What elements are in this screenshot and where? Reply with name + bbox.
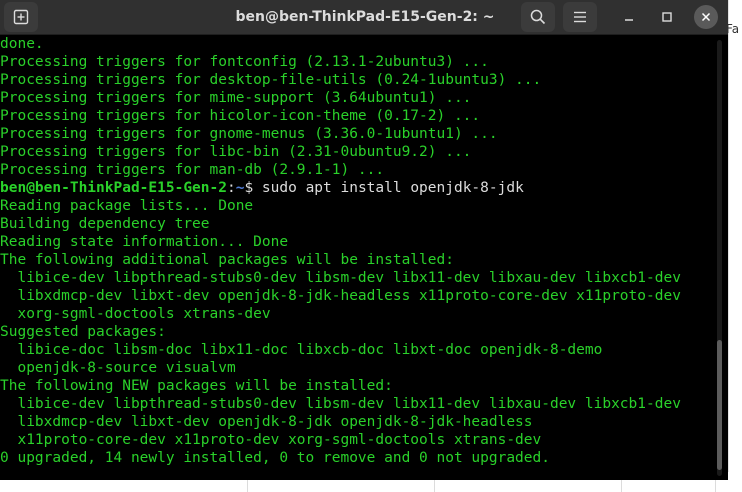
output-line: Processing triggers for hicolor-icon-the… — [0, 108, 481, 124]
close-icon — [701, 12, 711, 22]
output-line: x11proto-core-dev x11proto-dev xorg-sgml… — [0, 432, 542, 448]
close-button[interactable] — [694, 5, 718, 29]
output-line: 0 upgraded, 14 newly installed, 0 to rem… — [0, 450, 550, 466]
search-icon — [530, 9, 546, 25]
output-line: The following additional packages will b… — [0, 252, 454, 268]
maximize-button[interactable] — [655, 5, 679, 29]
minimize-button[interactable] — [617, 5, 641, 29]
terminal-window[interactable]: ben@ben-ThinkPad-E15-Gen-2: ~ done. Proc… — [0, 0, 728, 480]
output-line: libice-doc libsm-doc libx11-doc libxcb-d… — [0, 342, 603, 358]
search-button[interactable] — [521, 2, 555, 32]
output-line: Processing triggers for libc-bin (2.31-0… — [0, 144, 472, 160]
command-prompt-line: ben@ben-ThinkPad-E15-Gen-2:~$ sudo apt i… — [0, 179, 524, 197]
prompt-sign: $ — [244, 180, 254, 196]
prompt-separator: : — [226, 180, 236, 196]
output-line: libxdmcp-dev libxt-dev openjdk-8-jdk-hea… — [0, 288, 681, 304]
output-line: Reading package lists... Done — [0, 198, 254, 214]
prompt-command: sudo apt install openjdk-8-jdk — [253, 180, 524, 196]
hamburger-menu-icon — [574, 11, 586, 23]
output-line: done. — [0, 36, 44, 52]
scrollbar[interactable] — [717, 40, 722, 476]
maximize-icon — [662, 12, 672, 22]
new-tab-button[interactable] — [4, 2, 38, 32]
output-line: Processing triggers for mime-support (3.… — [0, 90, 472, 106]
output-line: Reading state information... Done — [0, 234, 289, 250]
output-line: xorg-sgml-doctools xtrans-dev — [0, 306, 271, 322]
new-tab-icon — [13, 9, 29, 25]
output-line: Processing triggers for desktop-file-uti… — [0, 72, 542, 88]
output-line: Processing triggers for man-db (2.9.1-1)… — [0, 162, 385, 178]
menu-button[interactable] — [563, 2, 597, 32]
output-line: libice-dev libpthread-stubs0-dev libsm-d… — [0, 396, 681, 412]
title-bar[interactable]: ben@ben-ThinkPad-E15-Gen-2: ~ — [0, 0, 728, 35]
minimize-icon — [625, 19, 633, 21]
background-window — [728, 0, 742, 492]
output-line: Processing triggers for fontconfig (2.13… — [0, 54, 489, 70]
terminal-output[interactable]: done. Processing triggers for fontconfig… — [0, 35, 728, 480]
screen: Fa ben@ben-ThinkPad-E15-Gen-2: ~ done. P… — [0, 0, 742, 492]
prompt-user-host: ben@ben-ThinkPad-E15-Gen-2 — [0, 180, 227, 196]
output-line: libxdmcp-dev libxt-dev openjdk-8-jdk ope… — [0, 414, 533, 430]
output-line: The following NEW packages will be insta… — [0, 378, 393, 394]
output-line: Processing triggers for gnome-menus (3.3… — [0, 126, 498, 142]
window-title: ben@ben-ThinkPad-E15-Gen-2: ~ — [235, 9, 495, 25]
output-line: Building dependency tree — [0, 216, 210, 232]
output-line: libice-dev libpthread-stubs0-dev libsm-d… — [0, 270, 681, 286]
output-line: Suggested packages: — [0, 324, 166, 340]
output-line: openjdk-8-source visualvm — [0, 360, 236, 376]
